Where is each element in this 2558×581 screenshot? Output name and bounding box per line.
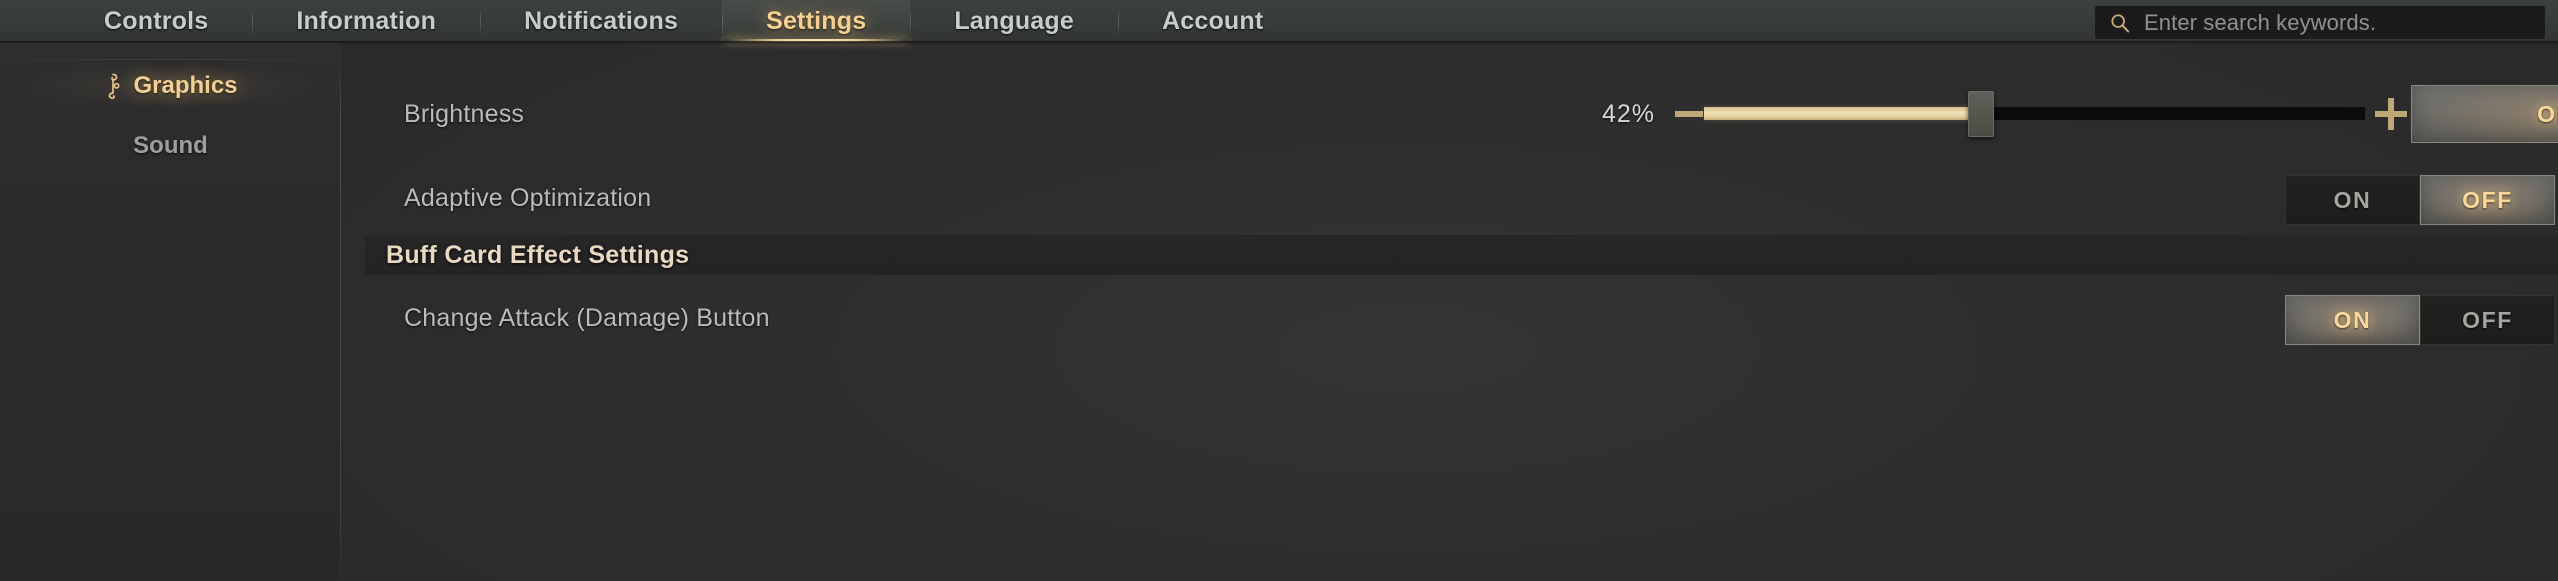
search-box[interactable]: Enter search keywords. xyxy=(2094,5,2546,40)
setting-row-change-attack-button: Change Attack (Damage) Button ON OFF xyxy=(341,285,2558,351)
tab-label: Information xyxy=(296,7,437,35)
settings-screen: Controls Information Notifications Setti… xyxy=(0,0,2558,581)
toggle-on-label: ON xyxy=(2333,186,2372,213)
section-header-buff-card-effect: Buff Card Effect Settings xyxy=(365,235,2558,275)
brightness-on-button[interactable]: ON xyxy=(2411,85,2558,143)
plus-icon xyxy=(2375,98,2407,130)
adaptive-optimization-on-option[interactable]: ON xyxy=(2285,175,2420,225)
tab-notifications[interactable]: Notifications xyxy=(480,0,722,43)
change-attack-on-option[interactable]: ON xyxy=(2285,295,2420,345)
tab-controls[interactable]: Controls xyxy=(60,0,252,43)
sidebar-item-sound[interactable]: Sound xyxy=(0,123,341,169)
top-tab-bar: Controls Information Notifications Setti… xyxy=(0,0,2558,45)
brightness-increase-button[interactable] xyxy=(2375,98,2407,130)
tab-information[interactable]: Information xyxy=(252,0,480,43)
section-title: Buff Card Effect Settings xyxy=(386,240,690,269)
setting-label: Change Attack (Damage) Button xyxy=(404,303,770,332)
tab-account[interactable]: Account xyxy=(1117,0,1307,43)
setting-label: Adaptive Optimization xyxy=(404,183,652,212)
brightness-on-label: ON xyxy=(2537,100,2558,127)
tab-label: Settings xyxy=(766,7,867,35)
ornament-icon xyxy=(109,73,120,99)
change-attack-button-toggle: ON OFF xyxy=(2285,295,2555,345)
search-icon xyxy=(2111,13,2130,32)
brightness-slider-track[interactable] xyxy=(1703,106,2366,121)
tab-label: Language xyxy=(954,7,1074,35)
adaptive-optimization-toggle: ON OFF xyxy=(2285,175,2555,225)
adaptive-optimization-off-option[interactable]: OFF xyxy=(2420,175,2555,225)
tab-label: Controls xyxy=(104,7,209,35)
brightness-slider-fill xyxy=(1704,107,1982,120)
settings-content: Brightness 42% O Adaptive Optimization O… xyxy=(341,43,2558,581)
sidebar-item-graphics[interactable]: Graphics xyxy=(0,63,341,109)
brightness-value: 42% xyxy=(1602,99,1656,128)
setting-label: Brightness xyxy=(404,99,525,128)
change-attack-off-option[interactable]: OFF xyxy=(2420,295,2555,345)
setting-row-brightness: Brightness 42% O xyxy=(341,79,2558,149)
sidebar-item-label: Sound xyxy=(133,132,208,159)
brightness-slider-thumb[interactable] xyxy=(1968,91,1995,137)
toggle-off-label: OFF xyxy=(2462,306,2513,333)
setting-row-adaptive-optimization: Adaptive Optimization ON OFF xyxy=(341,165,2558,231)
search-input[interactable]: Enter search keywords. xyxy=(2144,10,2531,36)
tab-label: Account xyxy=(1161,7,1264,35)
tab-settings[interactable]: Settings xyxy=(722,0,911,43)
sidebar: Graphics Sound xyxy=(0,43,341,581)
tab-label: Notifications xyxy=(524,7,679,35)
sidebar-item-label: Graphics xyxy=(133,72,238,99)
active-tab-underline xyxy=(724,39,909,42)
tab-list: Controls Information Notifications Setti… xyxy=(60,0,1307,43)
toggle-off-label: OFF xyxy=(2462,186,2513,213)
toggle-on-label: ON xyxy=(2333,306,2372,333)
tab-language[interactable]: Language xyxy=(910,0,1118,43)
